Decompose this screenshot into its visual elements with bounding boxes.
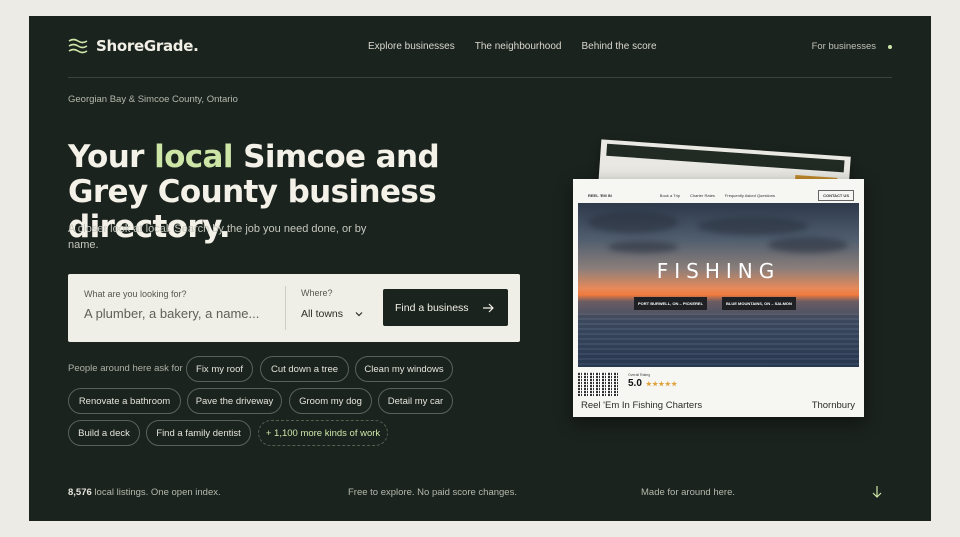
footer-right: Made for around here.: [641, 487, 736, 498]
featured-business-card[interactable]: REEL 'EM IN Book a Trip Charter Rates Fr…: [573, 179, 864, 417]
title-highlight: local: [154, 139, 233, 175]
qr-code-icon: [578, 372, 618, 396]
find-business-label: Find a business: [395, 301, 469, 314]
chip-build-a-deck[interactable]: Build a deck: [68, 420, 140, 446]
card-site-name: REEL 'EM IN: [588, 193, 612, 198]
card-site-nav: REEL 'EM IN Book a Trip Charter Rates Fr…: [588, 190, 854, 201]
footer-middle: Free to explore. No paid score changes.: [348, 487, 517, 498]
chip-detail-my-car[interactable]: Detail my car: [378, 388, 453, 414]
card-site-links: Book a Trip Charter Rates Frequently Ask…: [660, 193, 775, 198]
town-select[interactable]: All towns: [301, 308, 363, 320]
listing-count-number: 8,576: [68, 487, 92, 498]
find-business-button[interactable]: Find a business: [383, 289, 508, 326]
header-divider: [68, 77, 892, 78]
card-tag: PORT BURWELL, ON – PICKEREL: [634, 297, 708, 310]
chip-groom-my-dog[interactable]: Groom my dog: [289, 388, 372, 414]
card-hero-word: FISHING: [656, 259, 781, 283]
cloud-shape: [608, 241, 678, 253]
chip-fix-my-roof[interactable]: Fix my roof: [186, 356, 253, 382]
for-businesses-link[interactable]: For businesses: [812, 41, 876, 52]
chip-find-a-family-dentist[interactable]: Find a family dentist: [146, 420, 251, 446]
hero-subtitle: A closer look at local. Search by the jo…: [68, 223, 367, 251]
search-panel: What are you looking for? Where? All tow…: [68, 274, 520, 342]
card-site-link: Book a Trip: [659, 193, 681, 198]
where-label: Where?: [301, 288, 333, 298]
arrow-right-icon: [483, 303, 494, 312]
chevron-down-icon: [355, 312, 363, 317]
suggestions-lead: People around here ask for: [68, 363, 183, 374]
search-divider: [285, 286, 286, 330]
nav-behind-the-score[interactable]: Behind the score: [581, 41, 656, 52]
rating-label: Overall Rating: [628, 373, 651, 377]
brand-logo[interactable]: ShoreGrade.: [68, 36, 199, 56]
business-name: Reel 'Em In Fishing Charters: [581, 400, 703, 411]
chip-pave-the-driveway[interactable]: Pave the driveway: [187, 388, 282, 414]
page-frame: ShoreGrade. Explore businesses The neigh…: [29, 16, 931, 521]
cloud-shape: [588, 211, 678, 233]
water-ripples: [578, 313, 859, 367]
waves-icon: [68, 38, 88, 54]
for-businesses: For businesses: [812, 41, 892, 52]
cloud-shape: [698, 217, 808, 235]
card-site-link: Charter Rates: [690, 193, 715, 198]
listing-count: 8,576 local listings. One open index.: [68, 487, 221, 498]
nav-explore-businesses[interactable]: Explore businesses: [368, 41, 455, 52]
brand-name: ShoreGrade.: [96, 37, 199, 55]
chip-more-kinds[interactable]: + 1,100 more kinds of work: [258, 420, 388, 446]
rating-value: 5.0: [628, 378, 642, 389]
rating: 5.0 ★★★★★: [628, 378, 678, 389]
chip-clean-my-windows[interactable]: Clean my windows: [355, 356, 453, 382]
star-icons: ★★★★★: [645, 381, 678, 388]
chip-renovate-a-bathroom[interactable]: Renovate a bathroom: [68, 388, 181, 414]
card-site-link: Frequently Asked Questions: [724, 193, 775, 198]
status-dot: [888, 44, 892, 49]
business-town: Thornbury: [811, 400, 855, 411]
card-back-header: [606, 143, 845, 173]
cloud-shape: [768, 237, 848, 253]
card-hero-photo: FISHING PORT BURWELL, ON – PICKEREL BLUE…: [578, 203, 859, 367]
card-tag: BLUE MOUNTAINS, ON – SALMON: [722, 297, 796, 310]
town-select-value: All towns: [301, 308, 344, 320]
search-input[interactable]: [84, 306, 269, 321]
listing-count-text: local listings. One open index.: [91, 487, 221, 498]
title-before: Your: [68, 139, 155, 175]
arrow-down-icon[interactable]: [871, 485, 883, 499]
query-label: What are you looking for?: [84, 289, 187, 299]
nav-the-neighbourhood[interactable]: The neighbourhood: [475, 41, 562, 52]
main-nav: Explore businesses The neighbourhood Beh…: [368, 41, 657, 52]
chip-cut-down-a-tree[interactable]: Cut down a tree: [260, 356, 349, 382]
region-label: Georgian Bay & Simcoe County, Ontario: [68, 94, 238, 105]
card-contact: CONTACT US: [818, 190, 854, 201]
